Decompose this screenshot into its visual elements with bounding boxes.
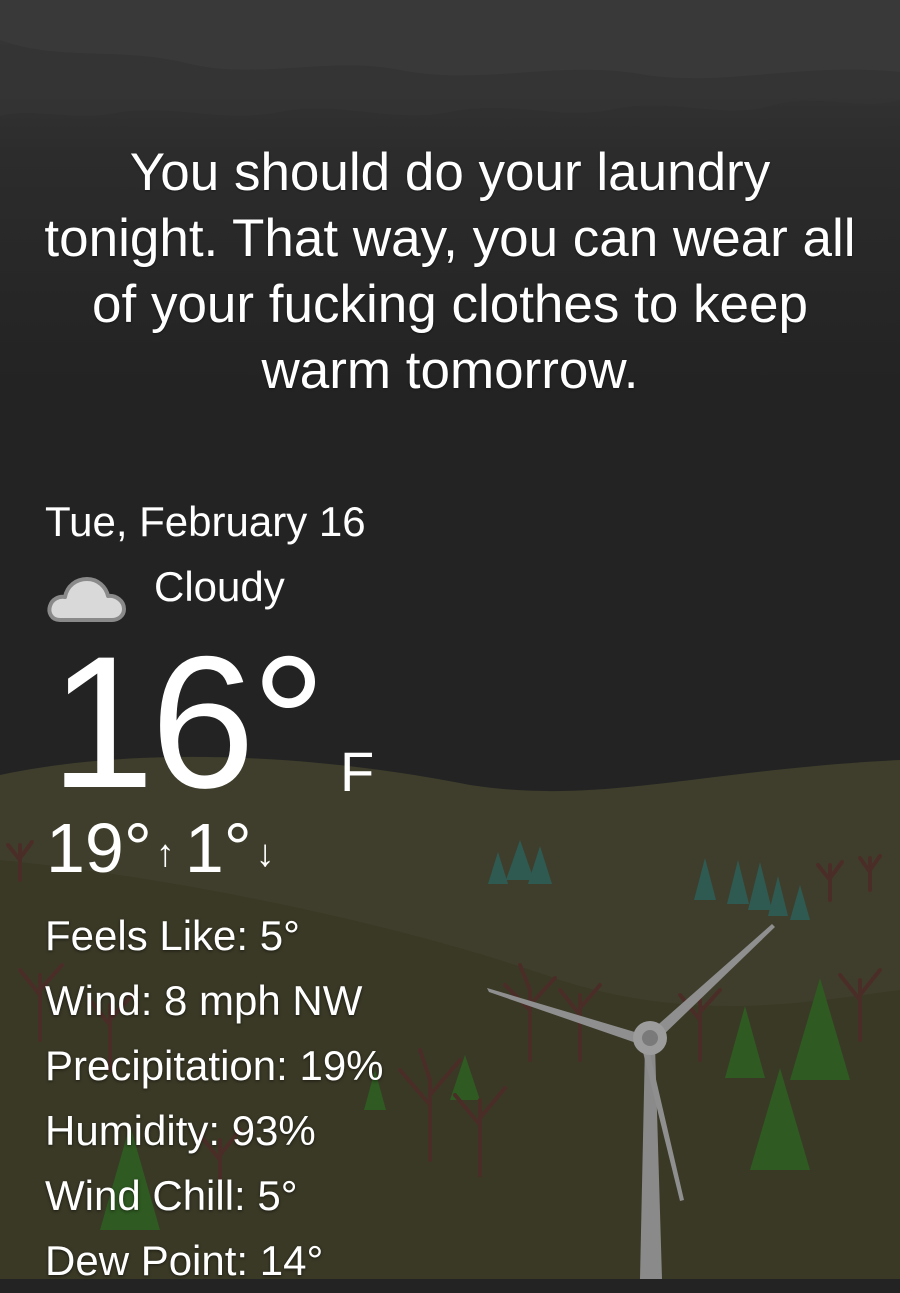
arrow-down-icon: ↓ <box>255 833 275 875</box>
weather-message: You should do your laundry tonight. That… <box>44 143 856 400</box>
detail-humidity: Humidity: 93% <box>45 1107 316 1154</box>
date-label: Tue, February 16 <box>45 498 366 545</box>
arrow-up-icon: ↑ <box>155 833 175 875</box>
weather-screen: You should do your laundry tonight. That… <box>0 0 900 1284</box>
high-low: 19° ↑ 1° ↓ <box>46 812 285 884</box>
detail-wind: Wind: 8 mph NW <box>45 977 363 1024</box>
current-temperature: 16° <box>50 617 326 827</box>
detail-feels-like: Feels Like: 5° <box>45 912 300 959</box>
detail-precipitation: Precipitation: 19% <box>45 1042 384 1089</box>
detail-dew-point: Dew Point: 14° <box>45 1237 324 1284</box>
low-temperature: 1° <box>184 809 252 887</box>
weather-details: Feels Like: 5° Wind: 8 mph NW Precipitat… <box>45 903 384 1293</box>
high-temperature: 19° <box>46 809 152 887</box>
condition-label: Cloudy <box>154 563 285 610</box>
detail-wind-chill: Wind Chill: 5° <box>45 1172 298 1219</box>
temperature-unit: F <box>340 740 375 803</box>
